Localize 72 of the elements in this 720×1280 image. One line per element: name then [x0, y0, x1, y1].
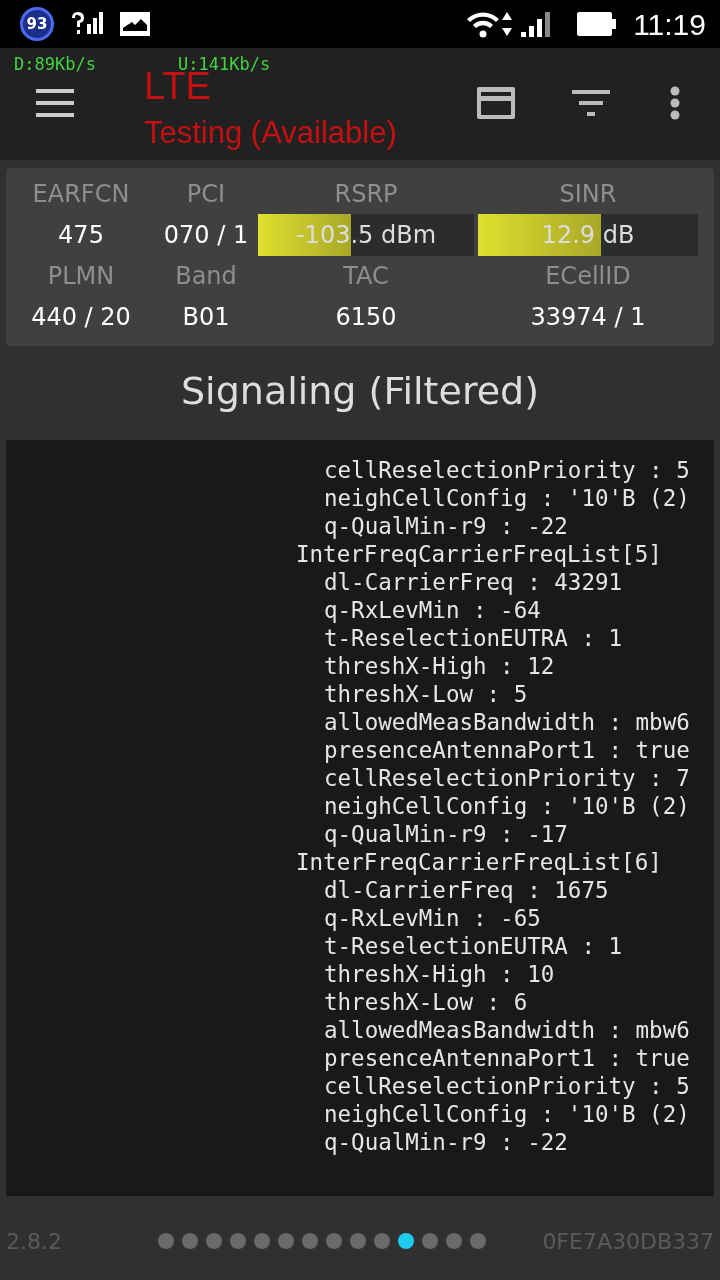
- image-icon: [120, 12, 150, 36]
- field-label: PLMN: [46, 261, 116, 292]
- data-arrows-icon: [501, 11, 514, 37]
- detail-line: q-QualMin-r9 : -22: [323, 512, 569, 540]
- detail-line: dl-CarrierFreq : 43291: [323, 568, 623, 596]
- field-value: 33974 / 1: [529, 302, 647, 333]
- menu-button[interactable]: [36, 88, 76, 118]
- detail-line: allowedMeasBandwidth : mbw6: [323, 1016, 691, 1044]
- field-label: ECellID: [544, 261, 632, 292]
- card-view-button[interactable]: [476, 86, 516, 120]
- filter-button[interactable]: [572, 90, 610, 116]
- field-value: B01: [181, 302, 231, 333]
- page-dot[interactable]: [326, 1233, 343, 1249]
- page-dot[interactable]: [254, 1233, 271, 1249]
- detail-line: q-QualMin-r9 : -17: [323, 820, 569, 848]
- detail-line: threshX-Low : 5: [323, 680, 529, 708]
- detail-line: q-RxLevMin : -64: [323, 596, 542, 624]
- field-label: Band: [174, 261, 238, 292]
- detail-line: q-QualMin-r9 : -22: [323, 1128, 569, 1156]
- detail-line: presenceAntennaPort1 : true: [323, 1044, 691, 1072]
- more-icon: [668, 86, 682, 120]
- detail-line: t-ReselectionEUTRA : 1: [323, 624, 623, 652]
- detail-line: cellReselectionPriority : 5: [323, 1072, 691, 1100]
- field-value: 475: [57, 220, 105, 251]
- section-title: Signaling (Filtered): [180, 368, 540, 415]
- detail-line: dl-CarrierFreq : 1675: [323, 876, 610, 904]
- detail-line: cellReselectionPriority : 7: [323, 764, 691, 792]
- page-dot[interactable]: [302, 1233, 319, 1249]
- clock: 11:19: [633, 6, 706, 43]
- page-dot[interactable]: [422, 1233, 439, 1249]
- more-options-button[interactable]: [668, 86, 682, 120]
- detail-line: threshX-High : 10: [323, 960, 556, 988]
- field-label: SINR: [558, 179, 618, 210]
- page-dot[interactable]: [278, 1233, 295, 1249]
- detail-line: threshX-Low : 6: [323, 988, 529, 1016]
- download-speed: D:89Kb/s: [14, 56, 96, 73]
- field-label: EARFCN: [31, 179, 131, 210]
- detail-line: allowedMeasBandwidth : mbw6: [323, 708, 691, 736]
- field-value: 440 / 20: [30, 302, 132, 333]
- page-dot[interactable]: [374, 1233, 391, 1249]
- field-label: RSRP: [333, 179, 399, 210]
- detail-line: neighCellConfig : '10'B (2): [323, 792, 691, 820]
- detail-line: t-ReselectionEUTRA : 1: [323, 932, 623, 960]
- filter-icon: [572, 90, 610, 116]
- field-label: PCI: [185, 179, 227, 210]
- detail-line: InterFreqCarrierFreqList[5]: [296, 540, 663, 568]
- menu-icon: [36, 88, 76, 118]
- notification-badge: 93: [20, 7, 54, 41]
- field-value: 070 / 1: [162, 220, 250, 251]
- wifi-icon: [465, 10, 502, 38]
- detail-line: neighCellConfig : '10'B (2): [323, 484, 691, 512]
- page-dot[interactable]: [470, 1233, 487, 1249]
- battery-icon: [577, 12, 618, 36]
- app-subtitle: Testing (Available): [144, 114, 397, 152]
- detail-line: neighCellConfig : '10'B (2): [323, 1100, 691, 1128]
- page-dot[interactable]: [182, 1233, 199, 1249]
- detail-line: threshX-High : 12: [323, 652, 556, 680]
- page-dot[interactable]: [350, 1233, 367, 1249]
- detail-line: cellReselectionPriority : 5: [323, 456, 691, 484]
- field-value: 6150: [334, 302, 398, 333]
- page-dot[interactable]: [158, 1233, 175, 1249]
- page-dot[interactable]: [206, 1233, 223, 1249]
- meter-reading: 12.9 dB: [541, 221, 635, 249]
- detail-line: InterFreqCarrierFreqList[6]: [296, 848, 663, 876]
- detail-line: q-RxLevMin : -65: [323, 904, 542, 932]
- detail-line: presenceAntennaPort1 : true: [323, 736, 691, 764]
- card-icon: [476, 86, 516, 120]
- page-dot[interactable]: [446, 1233, 463, 1249]
- page-dot[interactable]: [398, 1233, 415, 1249]
- page-dot[interactable]: [230, 1233, 247, 1249]
- field-label: TAC: [342, 261, 390, 292]
- upload-speed: U:141Kb/s: [178, 56, 271, 73]
